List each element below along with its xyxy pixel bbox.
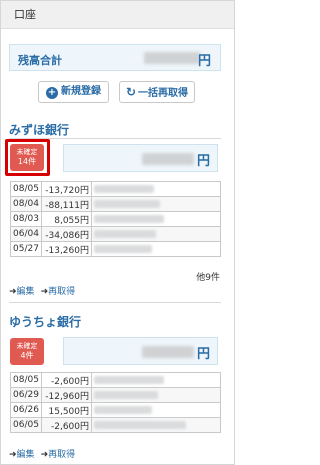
tx-amount: -2,600円 [41, 372, 92, 388]
transactions-table-mizuho: 08/05 -13,720円 08/04 -88,111円 08/03 8,055円 … [10, 181, 221, 257]
total-balance-masked-value [144, 52, 200, 64]
tx-date: 06/05 [10, 417, 42, 433]
bank-actions-mizuho: ➜編集 ➜再取得 [9, 284, 81, 297]
balance-masked-value [142, 346, 194, 358]
tx-description-masked [91, 181, 221, 197]
pending-badge-yucho[interactable]: 未確定 4件 [10, 338, 44, 365]
tx-date: 08/05 [10, 181, 42, 197]
bulk-refresh-label: 一括再取得 [138, 88, 189, 99]
tx-amount: 8,055円 [41, 211, 92, 227]
balance-box-yucho: 円 [63, 337, 218, 365]
highlight-box [5, 139, 50, 176]
refresh-icon: ↻ [125, 85, 137, 99]
tx-amount: -2,600円 [41, 417, 92, 433]
balance-masked-value [142, 153, 194, 165]
bulk-refresh-button[interactable]: ↻ 一括再取得 [119, 81, 195, 103]
table-row: 06/04 -34,086円 [10, 226, 221, 242]
tx-amount: -12,960円 [41, 387, 92, 403]
pending-count: 4件 [20, 351, 34, 360]
accounts-panel: 口座 残高合計 円 + 新規登録 ↻ 一括再取得 みずほ銀行 未確定 14件 円 0… [0, 0, 235, 465]
bank-actions-yucho: ➜編集 ➜再取得 [9, 447, 81, 460]
balance-currency: 円 [196, 347, 210, 362]
reload-link[interactable]: 再取得 [48, 287, 75, 297]
table-row: 08/05 -13,720円 [10, 181, 221, 197]
tx-date: 08/03 [10, 211, 42, 227]
tx-amount: -13,260円 [41, 241, 92, 257]
more-transactions-link[interactable]: 他9件 [196, 270, 220, 283]
tx-description-masked [91, 226, 221, 242]
bank-name-yucho[interactable]: ゆうちょ銀行 [9, 313, 81, 330]
table-row: 08/05 -2,600円 [10, 372, 221, 388]
tx-description-masked [91, 402, 221, 418]
plus-circle-icon: + [46, 87, 58, 99]
tx-date: 05/27 [10, 241, 42, 257]
table-row: 06/29 -12,960円 [10, 387, 221, 403]
tx-description-masked [91, 241, 221, 257]
tx-date: 06/29 [10, 387, 42, 403]
arrow-right-icon: ➜ [40, 287, 49, 297]
table-row: 08/04 -88,111円 [10, 196, 221, 212]
tx-description-masked [91, 211, 221, 227]
arrow-right-icon: ➜ [9, 450, 17, 460]
tx-description-masked [91, 387, 221, 403]
bank-name-mizuho[interactable]: みずほ銀行 [9, 121, 69, 138]
balance-currency: 円 [196, 154, 210, 169]
panel-title: 口座 [1, 1, 234, 29]
balance-box-mizuho: 円 [63, 144, 218, 172]
tx-date: 08/04 [10, 196, 42, 212]
total-balance-box: 残高合計 円 [9, 44, 221, 71]
arrow-right-icon: ➜ [40, 450, 49, 460]
tx-description-masked [91, 196, 221, 212]
tx-amount: -88,111円 [41, 196, 92, 212]
tx-amount: -13,720円 [41, 181, 92, 197]
tx-amount: 15,500円 [41, 402, 92, 418]
tx-date: 08/05 [10, 372, 42, 388]
edit-link[interactable]: 編集 [17, 450, 35, 460]
total-balance-label: 残高合計 [18, 54, 62, 67]
total-balance-currency: 円 [197, 54, 211, 69]
pending-label: 未確定 [16, 342, 38, 350]
new-registration-button[interactable]: + 新規登録 [38, 81, 109, 103]
table-row: 06/26 15,500円 [10, 402, 221, 418]
tx-description-masked [91, 372, 221, 388]
arrow-right-icon: ➜ [9, 287, 17, 297]
new-registration-label: 新規登録 [61, 86, 101, 97]
table-row: 06/05 -2,600円 [10, 417, 221, 433]
tx-description-masked [91, 417, 221, 433]
tx-date: 06/26 [10, 402, 42, 418]
transactions-table-yucho: 08/05 -2,600円 06/29 -12,960円 06/26 15,500円 … [10, 372, 221, 433]
section-divider [9, 302, 221, 303]
table-row: 08/03 8,055円 [10, 211, 221, 227]
reload-link[interactable]: 再取得 [48, 450, 75, 460]
tx-amount: -34,086円 [41, 226, 92, 242]
tx-date: 06/04 [10, 226, 42, 242]
edit-link[interactable]: 編集 [17, 287, 35, 297]
table-row: 05/27 -13,260円 [10, 241, 221, 257]
